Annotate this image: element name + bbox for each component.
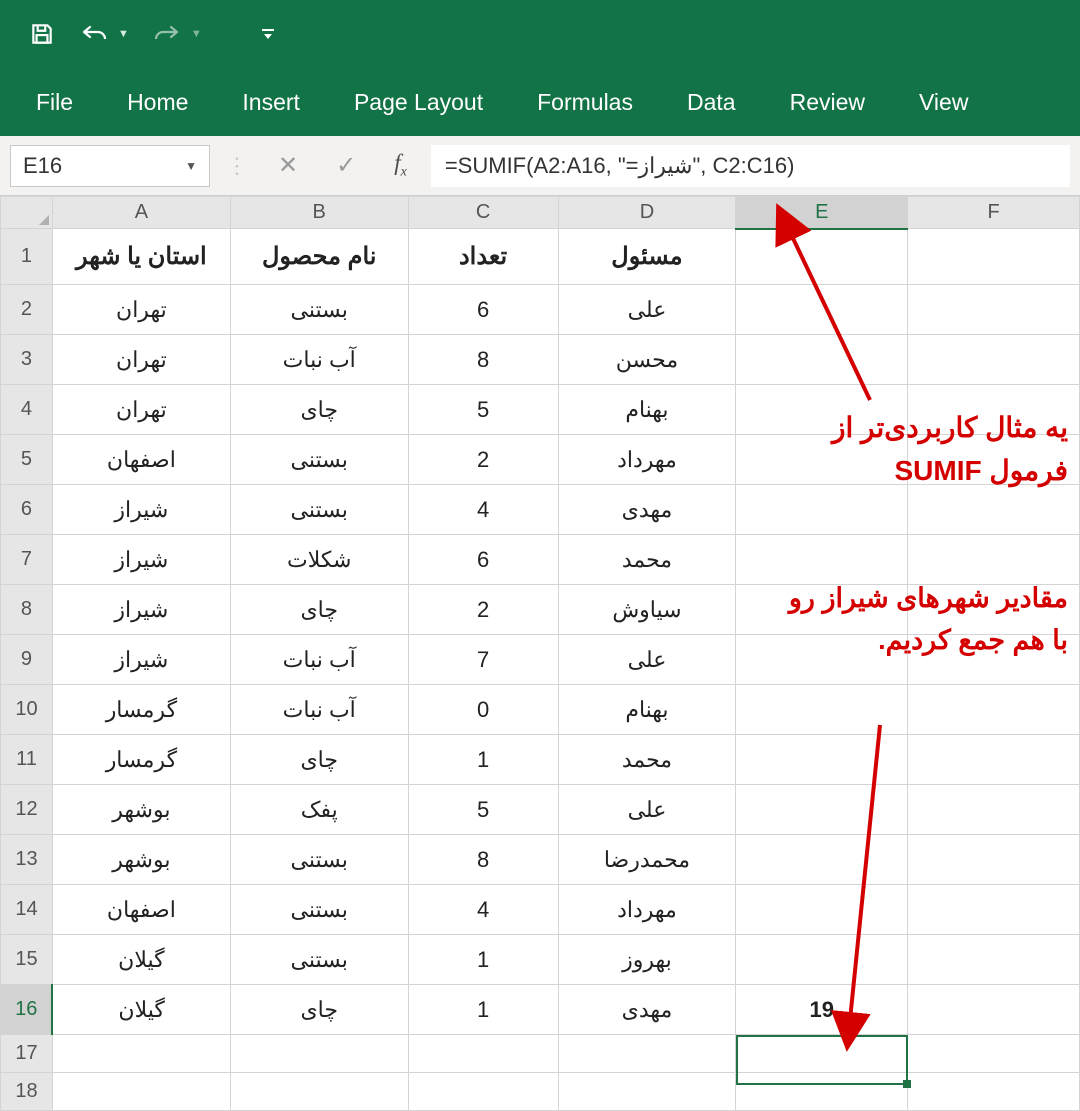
- annotation-arrow-2: [0, 0, 1080, 1080]
- fill-handle[interactable]: [903, 1080, 911, 1088]
